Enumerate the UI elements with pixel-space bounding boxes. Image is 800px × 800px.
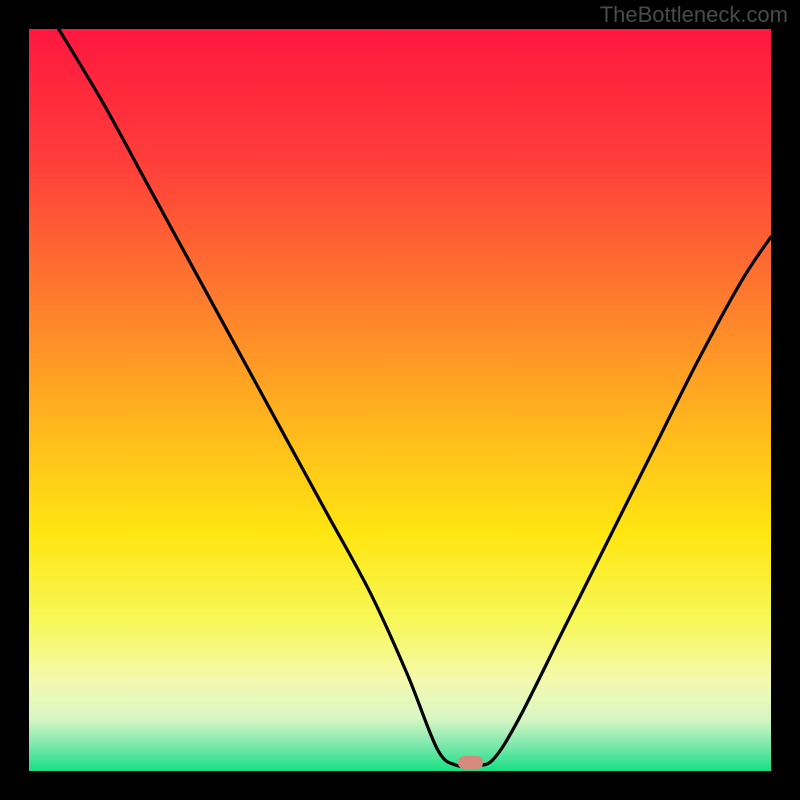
watermark-text: TheBottleneck.com [600,2,788,28]
minimum-marker [458,756,483,769]
chart-svg [0,0,800,800]
chart-container: TheBottleneck.com [0,0,800,800]
